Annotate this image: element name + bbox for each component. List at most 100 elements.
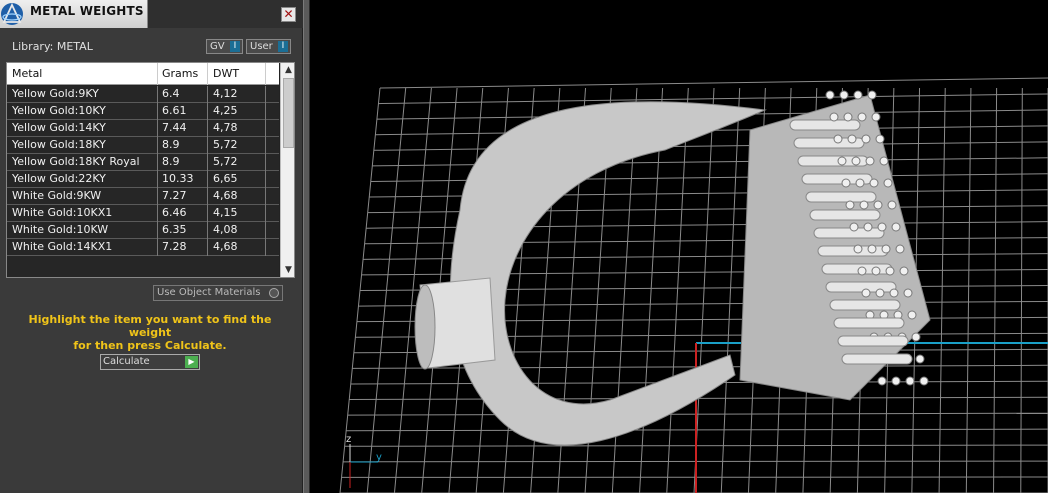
table-row[interactable]: White Gold:10KX1 6.46 4,15 [7, 205, 279, 222]
grid-line-vertical [938, 87, 946, 493]
column-separator [265, 222, 266, 239]
cell-dwt: 4,08 [213, 223, 238, 236]
stone-bead [871, 112, 881, 122]
3d-viewport[interactable]: z y [310, 0, 1048, 493]
column-separator [207, 239, 208, 256]
axis-gizmo-icon [349, 444, 378, 488]
radio-icon[interactable] [269, 288, 279, 298]
hint-line-1: Highlight the item you want to find the … [28, 313, 272, 339]
user-indicator-icon: I [278, 41, 288, 52]
stone-bead [877, 222, 887, 232]
play-arrow-icon: ▶ [185, 356, 198, 368]
stone-bead [899, 266, 909, 276]
stone-bead [907, 310, 917, 320]
prong [813, 227, 885, 239]
column-header-dwt[interactable]: DWT [213, 67, 239, 80]
stone-bead [851, 156, 861, 166]
table-row[interactable]: Yellow Gold:22KY 10.33 6,65 [7, 171, 279, 188]
column-separator [157, 239, 158, 256]
column-separator [207, 222, 208, 239]
stone-bead [855, 178, 865, 188]
table-row[interactable]: White Gold:10KW 6.35 4,08 [7, 222, 279, 239]
cell-dwt: 4,15 [213, 206, 238, 219]
user-toggle[interactable]: User I [246, 39, 291, 54]
column-separator [265, 154, 266, 171]
column-header-metal[interactable]: Metal [12, 67, 42, 80]
panel-splitter[interactable] [303, 0, 310, 493]
table-row[interactable]: Yellow Gold:14KY 7.44 4,78 [7, 120, 279, 137]
stone-bead [889, 288, 899, 298]
column-separator [207, 154, 208, 171]
column-separator [157, 137, 158, 154]
column-separator [207, 86, 208, 103]
stone-bead [829, 112, 839, 122]
prong [825, 281, 897, 293]
column-separator [207, 103, 208, 120]
prong [817, 245, 889, 257]
cell-metal: White Gold:10KX1 [12, 206, 113, 219]
column-separator [157, 86, 158, 103]
stone-bead [903, 288, 913, 298]
viewport-canvas [339, 77, 1048, 493]
table-header: Metal Grams DWT [7, 63, 279, 85]
prong [833, 317, 905, 329]
table-row[interactable]: White Gold:14KX1 7.28 4,68 [7, 239, 279, 256]
stone-bead [879, 156, 889, 166]
column-separator [265, 188, 266, 205]
stone-bead [905, 376, 915, 386]
cell-dwt: 4,12 [213, 87, 238, 100]
use-object-materials-label: Use Object Materials [157, 287, 261, 298]
column-separator [265, 137, 266, 154]
column-separator [157, 222, 158, 239]
scroll-up-icon[interactable]: ▲ [281, 63, 294, 77]
stone-bead [891, 222, 901, 232]
stone-bead [875, 288, 885, 298]
scroll-down-icon[interactable]: ▼ [281, 263, 294, 277]
stone-bead [885, 266, 895, 276]
prong [789, 119, 861, 131]
use-object-materials-option[interactable]: Use Object Materials [153, 285, 283, 301]
table-row[interactable]: Yellow Gold:18KY 8.9 5,72 [7, 137, 279, 154]
app-logo-icon [1, 2, 23, 25]
gv-toggle[interactable]: GV I [206, 39, 243, 54]
table-row[interactable]: Yellow Gold:18KY Royal 8.9 5,72 [7, 154, 279, 171]
scroll-thumb[interactable] [283, 78, 294, 148]
cell-grams: 6.4 [162, 87, 180, 100]
cell-grams: 10.33 [162, 172, 194, 185]
calculate-button[interactable]: Calculate ▶ [100, 354, 200, 370]
column-separator [207, 171, 208, 188]
column-separator [157, 205, 158, 222]
cell-grams: 7.27 [162, 189, 187, 202]
table-row[interactable]: Yellow Gold:9KY 6.4 4,12 [7, 86, 279, 103]
cell-grams: 7.44 [162, 121, 187, 134]
column-separator [265, 205, 266, 222]
column-separator [207, 205, 208, 222]
table-scrollbar[interactable]: ▲ ▼ [280, 63, 294, 277]
ring-model[interactable] [414, 90, 931, 446]
grid-line-horizontal [379, 77, 1048, 89]
grid-line-vertical [720, 87, 741, 493]
close-button[interactable]: ✕ [281, 7, 296, 22]
title-tab: METAL WEIGHTS [0, 0, 148, 28]
column-header-grams[interactable]: Grams [162, 67, 198, 80]
hint-text: Highlight the item you want to find the … [14, 313, 286, 352]
table-row[interactable]: Yellow Gold:10KY 6.61 4,25 [7, 103, 279, 120]
library-label: Library: METAL [12, 40, 93, 53]
cell-metal: White Gold:10KW [12, 223, 109, 236]
cell-metal: White Gold:9KW [12, 189, 102, 202]
stone-bead [839, 90, 849, 100]
column-separator [207, 63, 208, 85]
column-separator [157, 188, 158, 205]
stone-bead [861, 134, 871, 144]
gv-toggle-label: GV [210, 41, 225, 52]
stone-bead [887, 200, 897, 210]
stone-bead [847, 134, 857, 144]
stone-bead [915, 354, 925, 364]
panel-title: METAL WEIGHTS [30, 4, 144, 18]
stone-bead [871, 266, 881, 276]
metal-table: Metal Grams DWT Yellow Gold:9KY 6.4 4,12 Ye… [6, 62, 295, 278]
grid-line-vertical [965, 87, 972, 493]
cell-metal: Yellow Gold:9KY [12, 87, 99, 100]
table-row[interactable]: White Gold:9KW 7.27 4,68 [7, 188, 279, 205]
cell-metal: Yellow Gold:10KY [12, 104, 106, 117]
